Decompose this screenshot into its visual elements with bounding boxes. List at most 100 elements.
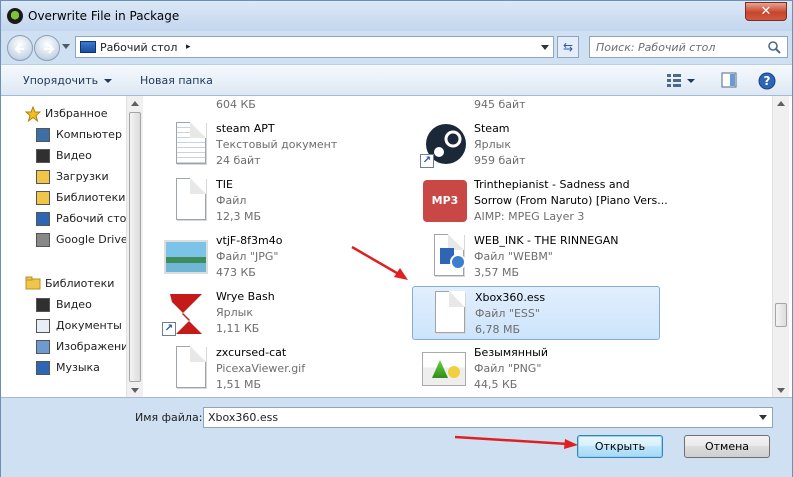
mp3-badge: MP3 [423,180,467,222]
search-icon[interactable] [767,40,781,54]
open-button[interactable]: Открыть [577,435,663,458]
png-image-icon [420,346,468,392]
sidebar-item-library[interactable]: Документы [56,317,122,335]
desktop-icon [36,212,50,226]
organize-button[interactable]: Упорядочить [23,74,113,87]
file-list-scroll-thumb[interactable] [775,303,787,327]
cancel-button[interactable]: Отмена [684,435,770,458]
file-item[interactable]: MP3 Trinthepianist - Sadness and Sorrow (F… [412,174,668,228]
sidebar-item-favorite[interactable]: Библиотеки [56,189,125,207]
file-type: Ярлык [216,306,253,319]
scroll-down-arrow[interactable] [131,388,139,393]
file-name: Xbox360.ess [475,291,546,304]
video-file-icon [420,234,468,280]
file-type: Файл [216,194,247,207]
libraries-header[interactable]: Библиотеки [45,275,114,293]
filename-input[interactable]: Xbox360.ess [203,407,773,428]
file-item-selected[interactable]: Xbox360.ess Файл "ESS" 6,78 МБ [412,286,660,340]
music-library-icon [36,361,50,375]
file-item[interactable]: ↗ Steam Ярлык 959 байт [412,118,660,172]
file-name: Trinthepianist - Sadness and [474,178,630,191]
filename-label: Имя файла: [135,411,203,424]
wrye-bash-icon: ↗ [162,290,210,336]
back-arrow-icon [14,44,24,54]
file-type: Файл "JPG" [216,250,279,263]
forward-button[interactable] [34,35,60,61]
file-name: WEB_INK - THE RINNEGAN [474,234,619,247]
navigation-pane: Избранное Компьютер Видео Загрузки Библиоте… [1,96,126,397]
file-item[interactable]: vtjF-8f3m4o Файл "JPG" 473 КБ [154,230,402,284]
libraries-icon [36,191,50,205]
preview-pane-icon[interactable] [721,72,737,88]
organize-label: Упорядочить [23,74,99,87]
file-type: Файл "ESS" [475,307,540,320]
file-type: Файл "WEBM" [474,250,553,263]
google-drive-icon [36,233,50,247]
shortcut-icon: ↗ [420,96,468,112]
sidebar-item-favorite[interactable]: Рабочий сто [56,210,126,228]
back-button[interactable] [7,35,33,61]
file-size: 473 КБ [216,266,256,279]
favorites-header[interactable]: Избранное [45,105,107,123]
sidebar-item-favorite[interactable]: Загрузки [56,168,109,186]
scroll-up-arrow[interactable] [777,101,785,106]
file-name: Безымянный [474,346,548,359]
blank-file-icon [162,178,210,224]
filename-dropdown-icon[interactable] [759,415,767,420]
file-size: 945 байт [474,98,526,111]
scroll-up-arrow[interactable] [131,101,139,106]
mp3-icon: MP3 [420,178,468,224]
nav-scrollbar[interactable] [126,96,143,397]
file-item[interactable]: TIE Файл 12,3 МБ [154,174,402,228]
file-size: 1,51 МБ [216,378,262,391]
file-item[interactable]: Безымянный Файл "PNG" 44,5 КБ [412,342,660,396]
search-placeholder: Поиск: Рабочий стол [596,41,716,54]
sidebar-item-library[interactable]: Видео [56,296,92,314]
file-size: 959 байт [474,154,526,167]
new-folder-button[interactable]: Новая папка [140,74,213,87]
breadcrumb-arrow-icon[interactable]: ▸ [186,42,191,52]
address-bar[interactable]: Рабочий стол ▸ [75,36,554,58]
downloads-icon [36,170,50,184]
file-item[interactable]: 604 КБ [154,96,402,116]
window-title: Overwrite File in Package [28,9,180,23]
sidebar-item-favorite[interactable]: Видео [56,147,92,165]
sidebar-item-library[interactable]: Изображени [56,338,126,356]
scroll-down-arrow[interactable] [777,388,785,393]
images-library-icon [36,340,50,354]
close-button[interactable]: ✕ [745,2,787,21]
content-area: Избранное Компьютер Видео Загрузки Библиоте… [1,96,792,397]
nav-scroll-thumb[interactable] [129,112,141,382]
desktop-icon [80,41,96,53]
image-icon [162,234,210,280]
file-type: AIMP: MPEG Layer 3 [474,210,585,223]
address-row: Рабочий стол ▸ ⇆ Поиск: Рабочий стол [1,31,792,63]
file-item[interactable]: ↗ 945 байт [412,96,660,116]
file-item[interactable]: WEB_INK - THE RINNEGAN Файл "WEBM" 3,57 МБ [412,230,660,284]
help-icon[interactable]: ? [758,72,776,90]
file-name: Wrye Bash [216,290,275,303]
search-box[interactable]: Поиск: Рабочий стол [589,36,788,58]
command-toolbar: Упорядочить Новая папка ? [1,64,792,96]
app-icon [7,8,23,24]
file-type: Текстовый документ [216,138,338,151]
file-type: Файл "PNG" [474,362,542,375]
video-library-icon [36,298,50,312]
file-list-scrollbar[interactable] [772,96,789,397]
refresh-button[interactable]: ⇆ [557,36,579,58]
address-location[interactable]: Рабочий стол [100,41,177,54]
file-item[interactable]: ↗ Wrye Bash Ярлык 1,11 КБ [154,286,402,340]
sidebar-item-favorite[interactable]: Компьютер [56,126,122,144]
file-item[interactable]: steam APT Текстовый документ 24 байт [154,118,402,172]
view-options-icon[interactable] [667,72,697,88]
forward-arrow-icon [44,44,55,54]
address-dropdown-icon[interactable] [541,45,549,50]
sidebar-item-library[interactable]: Музыка [56,359,100,377]
file-name: TIE [216,178,233,191]
recent-locations-dropdown[interactable] [62,44,70,49]
file-item[interactable]: zxcursed-cat PicexaViewer.gif 1,51 МБ [154,342,402,396]
chevron-down-icon [104,79,113,83]
file-size: 3,57 МБ [474,266,520,279]
file-type: PicexaViewer.gif [216,362,306,375]
sidebar-item-favorite[interactable]: Google Drive [56,231,126,249]
